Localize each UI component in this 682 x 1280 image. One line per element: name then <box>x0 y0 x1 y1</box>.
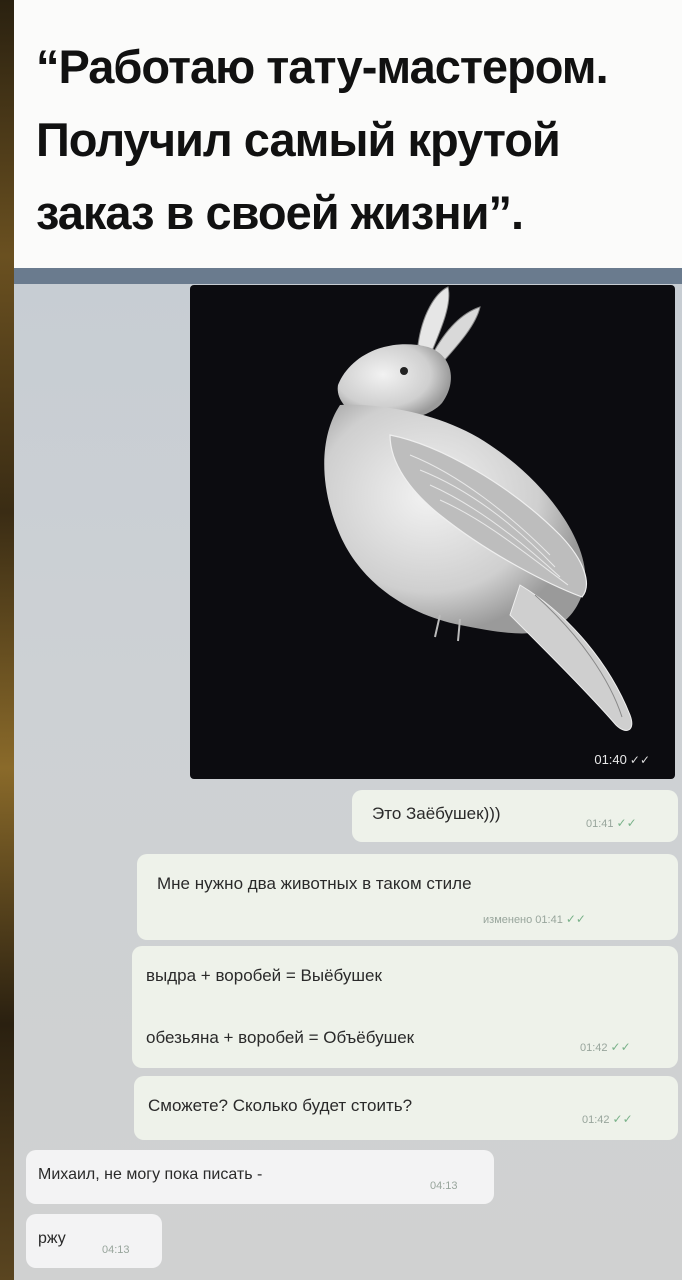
message-text-line-2: обезьяна + воробей = Объёбушек <box>146 1028 415 1047</box>
hare-sparrow-drawing <box>324 286 633 731</box>
message-text: Мне нужно два животных в таком стиле <box>157 874 472 893</box>
read-check-icon: ✓✓ <box>629 753 650 767</box>
message-text-line-1: выдра + воробей = Выёбушек <box>146 966 382 985</box>
incoming-message-bubble[interactable]: Михаил, не могу пока писать - 04:13 <box>26 1150 494 1204</box>
message-time: 01:42 <box>580 1042 608 1054</box>
edited-time: изменено 01:41 <box>483 914 563 926</box>
message-text: Сможете? Сколько будет стоить? <box>148 1096 413 1115</box>
caption-line-2: Получил самый крутой <box>36 113 561 166</box>
header-divider <box>14 268 682 284</box>
message-text: ржу <box>38 1230 66 1247</box>
caption-text: “Работаю тату-мастером. Получил самый кр… <box>36 30 676 249</box>
photo-time: 01:40 ✓✓ <box>594 752 650 767</box>
caption-line-1: “Работаю тату-мастером. <box>36 40 609 93</box>
read-check-icon: ✓✓ <box>610 1040 631 1054</box>
message-bubble[interactable]: Сможете? Сколько будет стоить? 01:42 ✓✓ <box>134 1076 678 1140</box>
message-bubble[interactable]: выдра + воробей = Выёбушек обезьяна + во… <box>132 946 678 1068</box>
read-check-icon: ✓✓ <box>612 1112 633 1126</box>
message-time: 04:13 <box>102 1244 130 1256</box>
caption-line-3: заказ в своей жизни”. <box>36 186 524 239</box>
incoming-message-bubble[interactable]: ржу 04:13 <box>26 1214 162 1268</box>
photo-time-text: 01:40 <box>594 752 627 767</box>
left-edge-strip <box>0 0 14 1280</box>
message-time: 01:41 <box>586 818 614 830</box>
message-text: Михаил, не могу пока писать - <box>38 1166 263 1183</box>
message-text: Это Заёбушек))) <box>372 804 501 823</box>
message-bubble[interactable]: Мне нужно два животных в таком стиле изм… <box>137 854 678 940</box>
caption-header: “Работаю тату-мастером. Получил самый кр… <box>14 0 682 268</box>
read-check-icon: ✓✓ <box>565 912 586 926</box>
read-check-icon: ✓✓ <box>616 816 637 830</box>
message-time: 01:42 <box>582 1114 610 1126</box>
photo-message[interactable]: 01:40 ✓✓ <box>190 285 675 779</box>
message-time: 04:13 <box>430 1180 458 1192</box>
message-bubble[interactable]: Это Заёбушек))) 01:41 ✓✓ <box>352 790 678 842</box>
